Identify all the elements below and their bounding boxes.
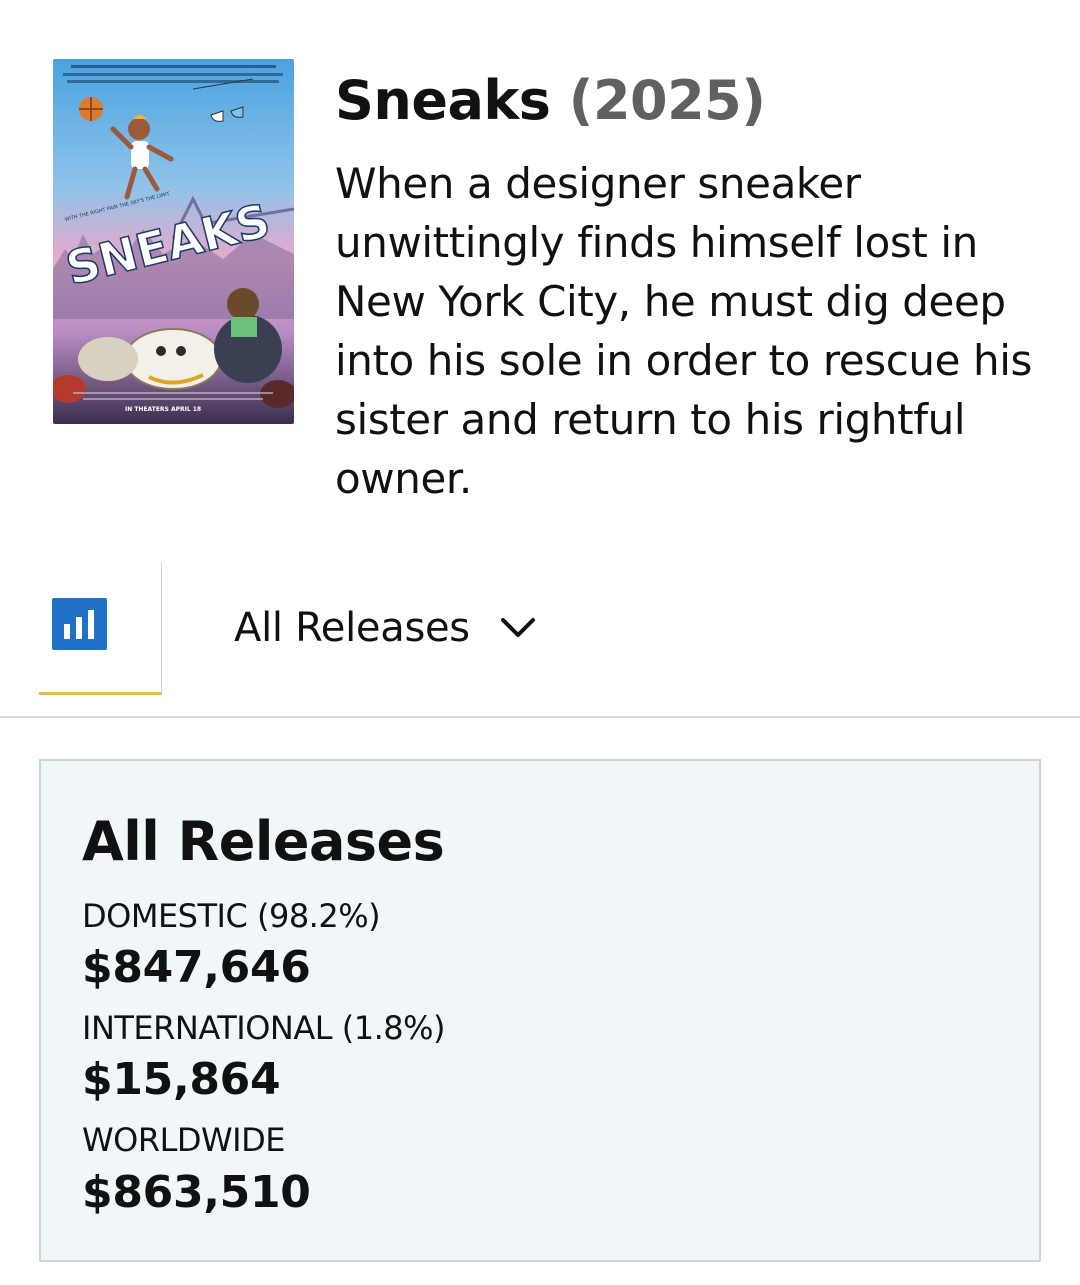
chart-tab[interactable] — [39, 562, 162, 695]
poster-art: SNEAKS WITH THE RIGHT PAIR THE SKY'S THE… — [53, 59, 294, 424]
section-divider — [0, 716, 1080, 718]
chevron-down-icon — [500, 618, 535, 637]
worldwide-label: WORLDWIDE — [82, 1121, 285, 1159]
movie-title-row: Sneaks (2025) — [335, 66, 766, 136]
movie-poster[interactable]: SNEAKS WITH THE RIGHT PAIR THE SKY'S THE… — [53, 59, 294, 424]
domestic-value: $847,646 — [82, 942, 311, 993]
worldwide-value: $863,510 — [82, 1167, 311, 1218]
movie-title: Sneaks — [335, 69, 551, 132]
summary-heading: All Releases — [82, 810, 445, 873]
gross-summary-box: All Releases DOMESTIC (98.2%) $847,646 I… — [39, 759, 1041, 1262]
movie-synopsis: When a designer sneaker unwittingly find… — [335, 159, 1032, 503]
international-label: INTERNATIONAL (1.8%) — [82, 1009, 445, 1047]
international-value: $15,864 — [82, 1054, 281, 1105]
poster-release-note: IN THEATERS APRIL 18 — [125, 406, 201, 413]
bar-chart-icon — [52, 598, 107, 650]
movie-page: SNEAKS WITH THE RIGHT PAIR THE SKY'S THE… — [0, 0, 1080, 1285]
release-dropdown-label: All Releases — [234, 605, 470, 651]
movie-year: (2025) — [568, 69, 766, 132]
domestic-label: DOMESTIC (98.2%) — [82, 897, 381, 935]
release-dropdown[interactable]: All Releases — [234, 600, 536, 656]
